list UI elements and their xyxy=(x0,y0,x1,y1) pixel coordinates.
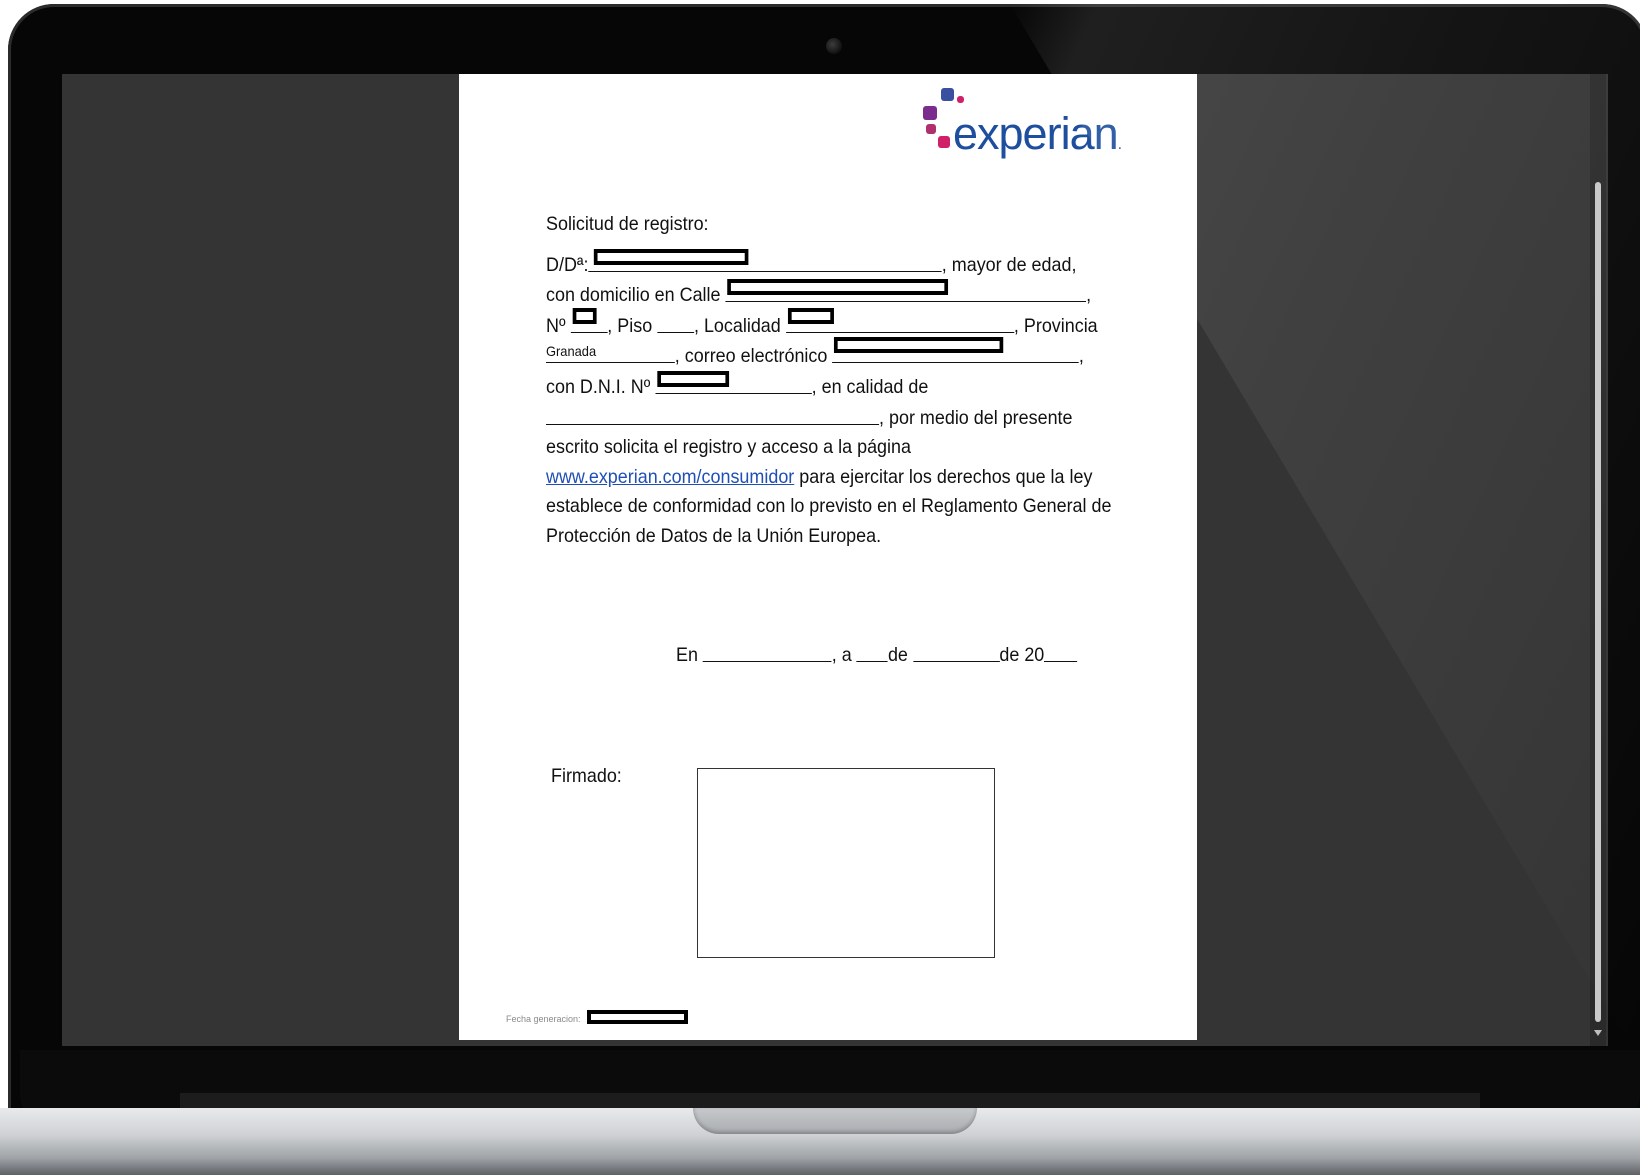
province-value: Granada xyxy=(546,343,597,360)
redacted-dni xyxy=(657,370,729,387)
webcam xyxy=(826,38,842,54)
redacted-locality xyxy=(787,307,834,324)
logo-dot-pink-bottom xyxy=(938,136,950,148)
form-heading: Solicitud de registro: xyxy=(546,213,709,235)
form-line-province-email: Granada, correo electrónico , xyxy=(546,337,1084,372)
redacted-number xyxy=(572,307,597,324)
laptop-hinge xyxy=(180,1093,1480,1109)
form-line-gdpr: Protección de Datos de la Unión Europea. xyxy=(546,524,882,547)
form-line-dni: con D.N.I. Nº , en calidad de xyxy=(546,370,1061,403)
consumer-portal-link[interactable]: www.experian.com/consumidor xyxy=(546,466,794,488)
form-line-link: www.experian.com/consumidor para ejercit… xyxy=(546,465,1093,488)
form-line-name: D/Dª:, mayor de edad, xyxy=(546,248,1076,281)
form-line-request: escrito solicita el registro y acceso a … xyxy=(546,436,911,459)
form-line-address: con domicilio en Calle , xyxy=(546,279,1091,311)
form-line-capacity: , por medio del presente xyxy=(546,403,1073,434)
redacted-email xyxy=(834,337,1004,354)
logo-dot-pink-mid xyxy=(926,124,936,134)
form-line-regulation: establece de conformidad con lo previsto… xyxy=(546,495,1112,518)
generation-date-label: Fecha generacion: xyxy=(506,1014,581,1024)
document-page: experian. Solicitud de registro: D/Dª:, … xyxy=(459,74,1197,1040)
redacted-name xyxy=(594,248,749,265)
logo-dot-pink-small xyxy=(957,96,964,103)
signature-box xyxy=(697,768,995,958)
laptop-opening-notch xyxy=(693,1108,977,1134)
request-form-body: Solicitud de registro: D/Dª:, mayor de e… xyxy=(546,210,1112,552)
redacted-street xyxy=(727,279,949,296)
logo-dot-purple xyxy=(923,106,937,120)
redacted-generation-date xyxy=(587,1010,688,1024)
logo-dot-blue xyxy=(941,88,954,101)
signed-label: Firmado: xyxy=(551,765,622,787)
scroll-down-arrow-icon[interactable] xyxy=(1594,1030,1602,1036)
place-date-line: En , a de de 20 xyxy=(676,640,1078,667)
